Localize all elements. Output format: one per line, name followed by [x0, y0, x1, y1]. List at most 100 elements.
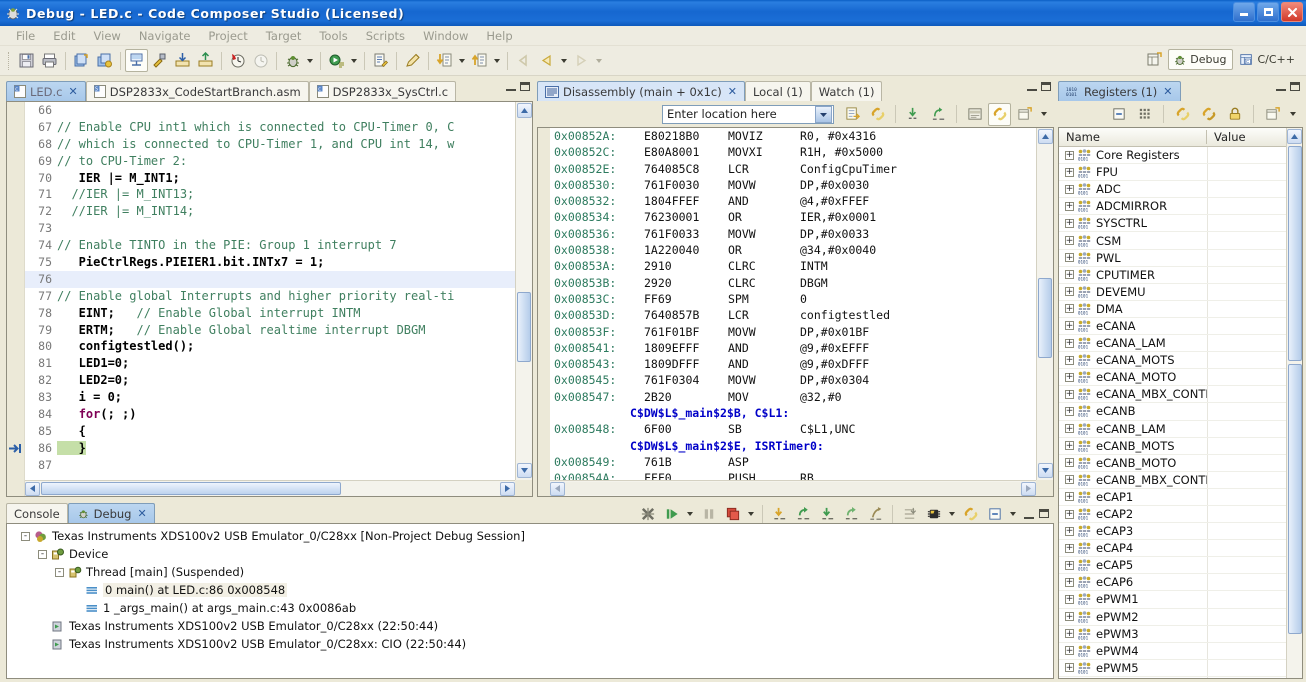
menu-item-target[interactable]: Target: [257, 28, 311, 44]
code-line[interactable]: 75 PieCtrlRegs.PIEIER1.bit.INTx7 = 1;: [25, 254, 515, 271]
code-line[interactable]: 71 //IER |= M_INT13;: [25, 186, 515, 203]
register-group-row[interactable]: +0101ePWM5: [1059, 660, 1286, 677]
show-opcodes-icon[interactable]: [963, 103, 986, 126]
register-group-row[interactable]: +0101eCAP6: [1059, 574, 1286, 591]
register-group-row[interactable]: +0101CSM: [1059, 232, 1286, 249]
step-back-icon[interactable]: [840, 502, 863, 525]
disassembly-rows[interactable]: 0x00852A:E80218B0MOVIZR0, #0x43160x00852…: [550, 128, 1036, 480]
expand-toggle-icon[interactable]: +: [1065, 458, 1074, 467]
disassembly-instruction-row[interactable]: 0x008547:2B20MOV@32,#0: [550, 389, 1036, 405]
expand-toggle-icon[interactable]: +: [1065, 253, 1074, 262]
disassembly-instruction-row[interactable]: 0x008538:1A220040OR@34,#0x0040: [550, 242, 1036, 258]
register-group-row[interactable]: +0101FPU: [1059, 164, 1286, 181]
registers-vertical-scrollbar[interactable]: [1286, 128, 1302, 678]
code-line[interactable]: 72 //IER |= M_INT14;: [25, 203, 515, 220]
register-group-row[interactable]: +0101DMA: [1059, 301, 1286, 318]
expand-toggle-icon[interactable]: +: [1065, 492, 1074, 501]
previous-annotation-icon[interactable]: [468, 49, 491, 72]
minimize-icon[interactable]: [1276, 81, 1286, 91]
step-over-icon[interactable]: [792, 502, 815, 525]
connect-target-icon[interactable]: [922, 502, 945, 525]
lock-icon[interactable]: [1223, 103, 1246, 126]
editor-vertical-scrollbar[interactable]: [515, 102, 532, 480]
code-line[interactable]: 84 for(; ;): [25, 406, 515, 423]
register-group-row[interactable]: +0101ePWM1: [1059, 591, 1286, 608]
code-line[interactable]: 73: [25, 220, 515, 237]
expand-toggle-icon[interactable]: +: [1065, 304, 1074, 313]
scroll-right-icon[interactable]: [500, 482, 515, 496]
step-into-icon[interactable]: [1197, 103, 1220, 126]
expand-toggle-icon[interactable]: +: [1065, 629, 1074, 638]
build-configurations-icon[interactable]: [148, 49, 171, 72]
next-annotation-icon[interactable]: [433, 49, 456, 72]
step-into-asm-icon[interactable]: [902, 103, 925, 126]
register-group-row[interactable]: +0101Core Registers: [1059, 147, 1286, 164]
expand-toggle-icon[interactable]: +: [1065, 510, 1074, 519]
export-program-icon[interactable]: [194, 49, 217, 72]
refresh-icon[interactable]: [959, 502, 982, 525]
terminate-icon[interactable]: [721, 502, 744, 525]
save-icon[interactable]: [15, 49, 38, 72]
registers-row-list[interactable]: +0101Core Registers+0101FPU+0101ADC +0101…: [1059, 147, 1286, 678]
back-dropdown-arrow[interactable]: [561, 59, 567, 63]
register-group-row[interactable]: +0101PWL: [1059, 250, 1286, 267]
close-icon[interactable]: ✕: [1163, 85, 1172, 98]
close-icon[interactable]: ✕: [69, 85, 78, 98]
expand-toggle-icon[interactable]: +: [1065, 287, 1074, 296]
view-menu-icon[interactable]: [1290, 112, 1296, 116]
register-group-row[interactable]: +0101eCANA_MOTS: [1059, 352, 1286, 369]
scroll-up-icon[interactable]: [1038, 129, 1053, 144]
disassembly-instruction-row[interactable]: 0x008532:1804FFEFAND@4,#0xFFEF: [550, 193, 1036, 209]
maximize-icon[interactable]: [1290, 82, 1300, 91]
back-history-icon[interactable]: [512, 49, 535, 72]
expand-toggle-icon[interactable]: +: [1065, 612, 1074, 621]
expand-toggle-icon[interactable]: +: [1065, 339, 1074, 348]
disassembly-instruction-row[interactable]: 0x008549:761BASP: [550, 454, 1036, 470]
debug-tree-row[interactable]: Texas Instruments XDS100v2 USB Emulator_…: [7, 635, 1053, 653]
tab-disassembly--main---0x1c-[interactable]: Disassembly (main + 0x1c)✕: [537, 81, 745, 101]
register-group-row[interactable]: +0101eCAP2: [1059, 506, 1286, 523]
minimize-icon[interactable]: [1024, 509, 1034, 519]
tab-console[interactable]: Console: [6, 503, 68, 523]
disassembly-instruction-row[interactable]: 0x00853D:7640857BLCRconfigtestled: [550, 307, 1036, 323]
code-line[interactable]: 78 EINT; // Enable Global interrupt INTM: [25, 305, 515, 322]
code-line[interactable]: 80 configtestled();: [25, 338, 515, 355]
resume-dropdown-icon[interactable]: [687, 512, 693, 516]
code-line[interactable]: 87: [25, 457, 515, 474]
print-icon[interactable]: [38, 49, 61, 72]
number-format-icon[interactable]: [1133, 103, 1156, 126]
editor-code-area[interactable]: 6667// Enable CPU int1 which is connecte…: [25, 102, 515, 480]
step-return-icon[interactable]: [1171, 103, 1194, 126]
register-group-row[interactable]: +0101DEVEMU: [1059, 284, 1286, 301]
register-group-row[interactable]: +0101eCANB: [1059, 403, 1286, 420]
code-line[interactable]: 70 IER |= M_INT1;: [25, 170, 515, 187]
forward-dropdown-arrow[interactable]: [596, 59, 602, 63]
import-project-icon[interactable]: [93, 49, 116, 72]
register-group-row[interactable]: +0101eCANA: [1059, 318, 1286, 335]
register-group-row[interactable]: +0101ADC: [1059, 181, 1286, 198]
expand-toggle-icon[interactable]: +: [1065, 475, 1074, 484]
scroll-up-icon[interactable]: [517, 103, 532, 118]
expand-toggle-icon[interactable]: +: [1065, 390, 1074, 399]
editor-scroll-thumb[interactable]: [517, 292, 531, 362]
scroll-left-icon[interactable]: [550, 482, 565, 496]
close-icon[interactable]: ✕: [728, 85, 737, 98]
expand-toggle-icon[interactable]: +: [1065, 168, 1074, 177]
run-as-icon[interactable]: [325, 49, 348, 72]
debug-bug-icon[interactable]: [281, 49, 304, 72]
tab-led-c[interactable]: cLED.c✕: [6, 81, 86, 101]
debug-tree-row[interactable]: Texas Instruments XDS100v2 USB Emulator_…: [7, 617, 1053, 635]
disassembly-instruction-row[interactable]: 0x00853F:761F01BFMOVWDP,#0x01BF: [550, 324, 1036, 340]
perspective-cpp[interactable]: C C/C++: [1235, 49, 1302, 70]
scroll-down-icon[interactable]: [1038, 463, 1053, 478]
editor-horizontal-scrollbar[interactable]: [25, 480, 515, 496]
forward-history-icon[interactable]: [570, 49, 593, 72]
menu-item-tools[interactable]: Tools: [310, 28, 356, 44]
minimize-icon[interactable]: [506, 81, 516, 91]
menu-item-file[interactable]: File: [7, 28, 44, 44]
code-line[interactable]: 69// to CPU-Timer 2:: [25, 153, 515, 170]
minimize-icon[interactable]: [1027, 81, 1037, 91]
import-program-icon[interactable]: [171, 49, 194, 72]
expand-toggle-icon[interactable]: +: [1065, 356, 1074, 365]
scroll-down-icon[interactable]: [517, 463, 532, 478]
